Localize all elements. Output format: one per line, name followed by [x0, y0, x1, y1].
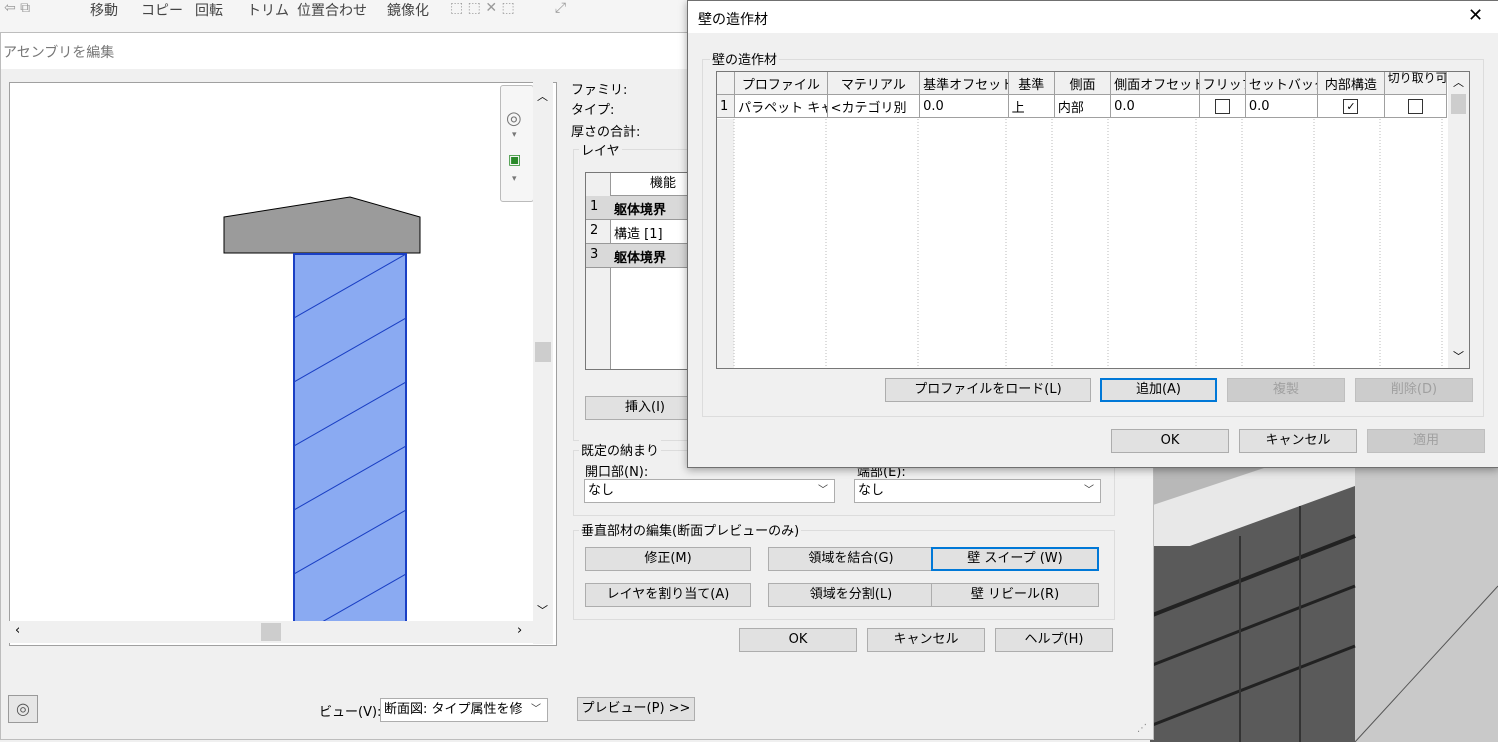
zoom-region-icon[interactable]: ▣ — [508, 152, 521, 168]
hscroll-thumb[interactable] — [261, 623, 281, 641]
col-profile[interactable]: プロファイル — [734, 72, 828, 95]
assembly-help-button[interactable]: ヘルプ(H) — [995, 628, 1113, 652]
vscroll-thumb[interactable] — [535, 342, 551, 362]
at-inserts-label: 開口部(N): — [585, 465, 649, 480]
table-row[interactable]: 1 パラペット キャッ <カテゴリ別 0.0 上 内部 0.0 0.0 ✓ — [717, 94, 1448, 118]
preview-pane[interactable]: ◎ ▾ ▣ ▾ — [9, 82, 557, 646]
scroll-down-icon[interactable]: ﹀ — [537, 602, 548, 618]
cuts-checkbox[interactable] — [1407, 98, 1423, 114]
wall-sweeps-button[interactable]: 壁 スイープ (W) — [931, 547, 1099, 571]
chevron-down-icon: ﹀ — [531, 704, 541, 715]
cell-cuts[interactable] — [1383, 94, 1448, 118]
2d-view-icon[interactable]: ◎ — [8, 695, 38, 723]
col-inner[interactable]: 内部構造 — [1317, 72, 1385, 95]
scroll-down-icon[interactable]: ﹀ — [1453, 348, 1464, 364]
resize-grip-icon[interactable]: ⋰ — [1137, 723, 1147, 734]
scroll-left-icon[interactable]: ‹ — [15, 623, 20, 638]
navigation-bar: ◎ ▾ ▣ ▾ — [500, 85, 534, 202]
cell-setback[interactable]: 0.0 — [1244, 94, 1319, 118]
layers-group-title: レイヤ — [579, 140, 622, 159]
wall-sweeps-cancel-button[interactable]: キャンセル — [1239, 429, 1357, 453]
wall-sweeps-dialog: 壁の造作材 ✕ 壁の造作材 プロファイル マテリアル 基準オフセット 基準 側面… — [687, 0, 1498, 468]
table-vscrollbar[interactable]: ︿ ﹀ — [1448, 72, 1469, 368]
background-3d-view — [1150, 466, 1498, 742]
assign-layers-button[interactable]: レイヤを割り当て(A) — [585, 583, 751, 607]
ribbon-copy[interactable]: コピー — [141, 0, 183, 20]
wall-section-preview — [223, 196, 421, 628]
split-region-button[interactable]: 領域を分割(L) — [768, 583, 934, 607]
scroll-up-icon[interactable]: ︿ — [537, 88, 548, 104]
chevron-down-icon: ﹀ — [818, 485, 828, 496]
chevron-down-icon[interactable]: ▾ — [512, 130, 517, 140]
wall-sweeps-ok-button[interactable]: OK — [1111, 429, 1229, 453]
wall-sweeps-title: 壁の造作材 — [698, 12, 768, 28]
cell-from[interactable]: 上 — [1007, 94, 1055, 118]
ribbon-rotate[interactable]: 回転 — [195, 0, 223, 20]
ribbon-align[interactable]: 位置合わせ — [297, 0, 367, 20]
vertical-structure-title: 垂直部材の編集(断面プレビューのみ) — [579, 520, 802, 539]
at-inserts-select[interactable]: なし ﹀ — [584, 479, 835, 503]
view-select[interactable]: 断面図: タイプ属性を修 ﹀ — [380, 698, 548, 722]
wall-sweeps-group-title: 壁の造作材 — [710, 49, 780, 68]
col-side-offset[interactable]: 側面オフセット — [1110, 72, 1200, 95]
preview-vscrollbar[interactable]: ︿ ﹀ — [533, 82, 553, 644]
ribbon-trim[interactable]: トリム — [247, 0, 289, 20]
ribbon-icons-left: ⇦ ⧉ — [4, 0, 31, 16]
scroll-up-icon[interactable]: ︿ — [1453, 74, 1464, 90]
ribbon-move[interactable]: 移動 — [90, 0, 118, 20]
assembly-ok-button[interactable]: OK — [739, 628, 857, 652]
wall-reveals-button[interactable]: 壁 リビール(R) — [931, 583, 1099, 607]
edit-assembly-title: アセンブリを編集 — [3, 45, 115, 61]
duplicate-button[interactable]: 複製 — [1227, 378, 1345, 402]
col-flip[interactable]: フリップ — [1198, 72, 1246, 95]
inner-checkbox[interactable]: ✓ — [1343, 98, 1359, 114]
wall-sweeps-table[interactable]: プロファイル マテリアル 基準オフセット 基準 側面 側面オフセット フリップ … — [716, 71, 1470, 369]
total-thickness-label: 厚さの合計: — [571, 125, 641, 140]
steering-wheel-icon[interactable]: ◎ — [506, 108, 522, 129]
load-profile-button[interactable]: プロファイルをロード(L) — [885, 378, 1091, 402]
wall-sweeps-apply-button[interactable]: 適用 — [1367, 429, 1485, 453]
cell-inner[interactable]: ✓ — [1317, 94, 1385, 118]
cell-offset[interactable]: 0.0 — [919, 94, 1009, 118]
family-label: ファミリ: — [571, 83, 628, 98]
parapet-cap-shape — [223, 196, 421, 254]
col-setback[interactable]: セットバック — [1244, 72, 1319, 95]
col-material[interactable]: マテリアル — [826, 72, 921, 95]
preview-hscrollbar[interactable]: ‹ › — [9, 621, 533, 643]
chevron-down-icon-2[interactable]: ▾ — [512, 174, 517, 184]
type-label: タイプ: — [571, 103, 615, 118]
table-scroll-thumb[interactable] — [1451, 94, 1466, 114]
header-row: プロファイル マテリアル 基準オフセット 基準 側面 側面オフセット フリップ … — [717, 72, 1448, 95]
table-empty-area — [717, 119, 1443, 368]
ribbon-icons-right: ⬚ ⬚ ✕ ⬚ ⤢ — [450, 0, 567, 16]
flip-checkbox[interactable] — [1214, 98, 1230, 114]
add-sweep-button[interactable]: 追加(A) — [1100, 378, 1217, 402]
scroll-right-icon[interactable]: › — [517, 623, 522, 638]
delete-button[interactable]: 削除(D) — [1355, 378, 1473, 402]
col-cuts[interactable]: 切り取り可能 — [1383, 72, 1448, 95]
close-icon[interactable]: ✕ — [1468, 5, 1483, 26]
cell-side-offset[interactable]: 0.0 — [1110, 94, 1200, 118]
chevron-down-icon: ﹀ — [1084, 485, 1094, 496]
cell-flip[interactable] — [1198, 94, 1246, 118]
wall-sweeps-titlebar: 壁の造作材 ✕ — [688, 1, 1498, 33]
col-offset[interactable]: 基準オフセット — [919, 72, 1009, 95]
wrapping-group-title: 既定の納まり — [579, 440, 662, 459]
cell-side[interactable]: 内部 — [1053, 94, 1112, 118]
assembly-cancel-button[interactable]: キャンセル — [867, 628, 985, 652]
merge-regions-button[interactable]: 領域を結合(G) — [768, 547, 934, 571]
cell-material[interactable]: <カテゴリ別 — [826, 94, 921, 118]
view-label: ビュー(V): — [319, 705, 382, 720]
cell-profile[interactable]: パラペット キャッ — [734, 94, 828, 118]
ribbon-mirror[interactable]: 鏡像化 — [387, 0, 429, 20]
modify-button[interactable]: 修正(M) — [585, 547, 751, 571]
preview-toggle-button[interactable]: プレビュー(P) >> — [577, 697, 695, 721]
col-from[interactable]: 基準 — [1007, 72, 1055, 95]
at-ends-select[interactable]: なし ﹀ — [854, 479, 1101, 503]
col-side[interactable]: 側面 — [1053, 72, 1112, 95]
